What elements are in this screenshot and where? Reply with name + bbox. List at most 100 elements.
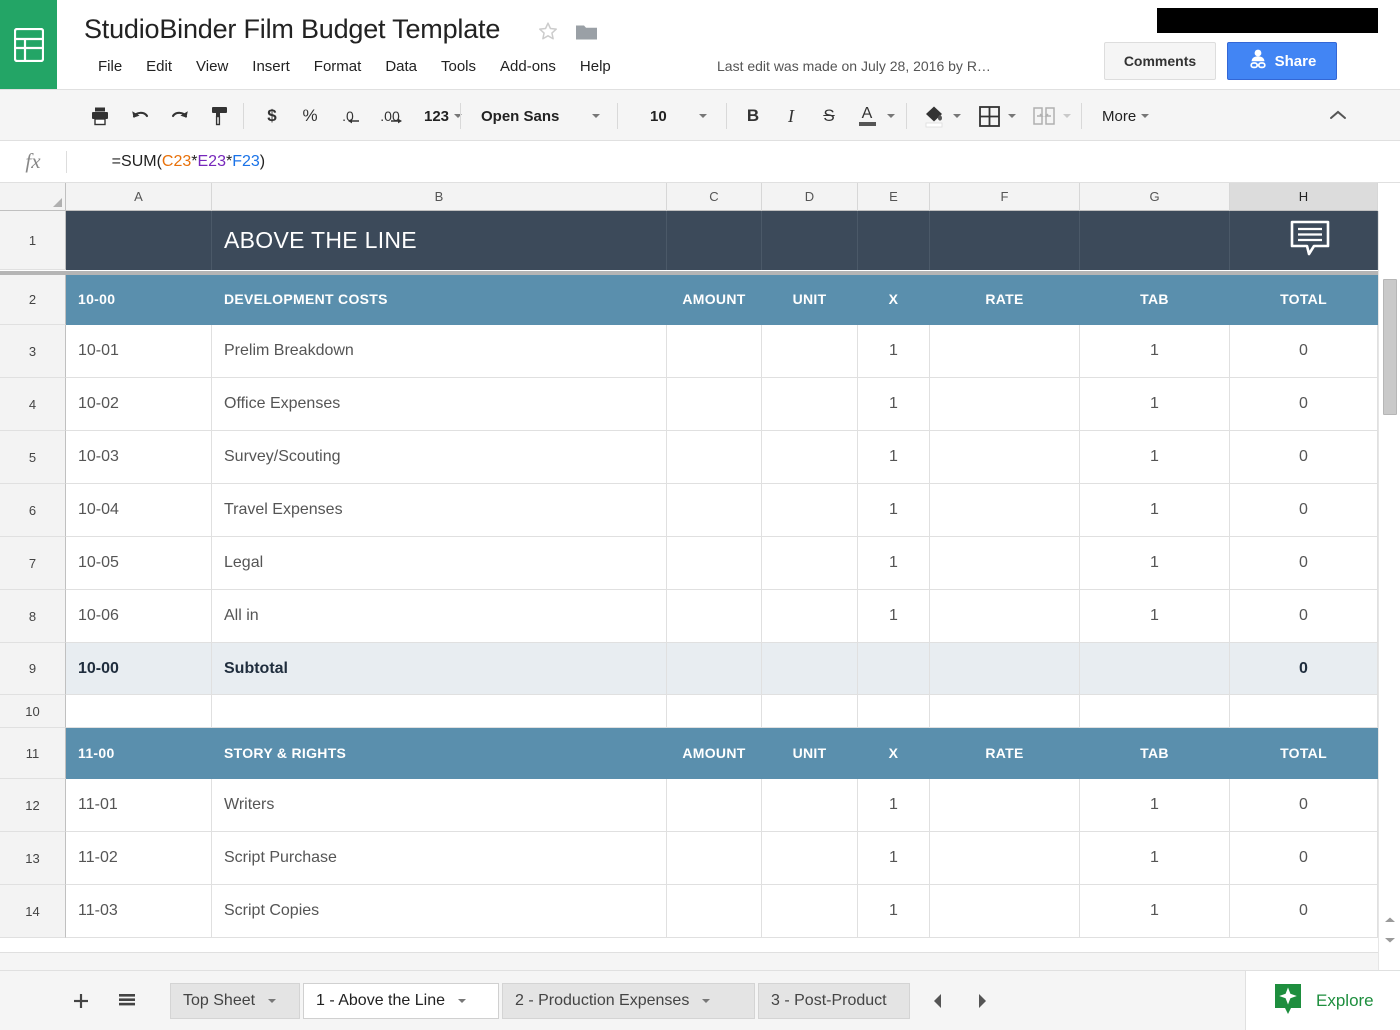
cell-A3[interactable]: 10-01 [66,325,212,378]
cell-H4[interactable]: 0 [1230,378,1378,431]
cell-B7[interactable]: Legal [212,537,667,590]
sheet-tab-1-above-the-line[interactable]: 1 - Above the Line [303,983,499,1019]
menu-item-edit[interactable]: Edit [134,55,184,78]
cell-D7[interactable] [762,537,858,590]
cell-F3[interactable] [930,325,1080,378]
cell-H14[interactable]: 0 [1230,885,1378,938]
cell-H1[interactable] [1230,211,1378,270]
cell-A9[interactable]: 10-00 [66,643,212,695]
cell-F11[interactable]: RATE [930,728,1080,779]
cell-B9[interactable]: Subtotal [212,643,667,695]
cell-H9[interactable]: 0 [1230,643,1378,695]
cell-H13[interactable]: 0 [1230,832,1378,885]
percent-format-button[interactable]: % [294,100,326,132]
cell-C7[interactable] [667,537,762,590]
cell-G9[interactable] [1080,643,1230,695]
row-header-3[interactable]: 3 [0,325,66,378]
sheet-tab-2-production-expenses[interactable]: 2 - Production Expenses [502,983,755,1019]
row-header-9[interactable]: 9 [0,643,66,695]
plus-icon[interactable] [64,985,98,1017]
sheet-tab-top-sheet[interactable]: Top Sheet [170,983,300,1019]
menu-item-addons[interactable]: Add-ons [488,55,568,78]
row-header-5[interactable]: 5 [0,431,66,484]
menu-item-insert[interactable]: Insert [240,55,302,78]
italic-button[interactable]: I [775,100,807,132]
row-header-1[interactable]: 1 [0,211,66,270]
cell-E13[interactable]: 1 [858,832,930,885]
row-header-8[interactable]: 8 [0,590,66,643]
menu-item-file[interactable]: File [86,55,134,78]
font-size-dropdown[interactable]: 10 [630,100,715,132]
cell-G2[interactable]: TAB [1080,274,1230,325]
cell-H3[interactable]: 0 [1230,325,1378,378]
cell-D5[interactable] [762,431,858,484]
cell-F14[interactable] [930,885,1080,938]
cell-G5[interactable]: 1 [1080,431,1230,484]
cell-C10[interactable] [667,695,762,728]
spreadsheet-grid[interactable]: ABCDEFGH 1234567891011121314 ABOVE THE L… [0,183,1400,970]
cell-E10[interactable] [858,695,930,728]
cell-A4[interactable]: 10-02 [66,378,212,431]
star-icon[interactable] [536,20,560,44]
row-header-14[interactable]: 14 [0,885,66,938]
print-icon[interactable] [84,100,116,132]
cell-D11[interactable]: UNIT [762,728,858,779]
cell-C14[interactable] [667,885,762,938]
cell-G7[interactable]: 1 [1080,537,1230,590]
cell-B2[interactable]: DEVELOPMENT COSTS [212,274,667,325]
cell-H7[interactable]: 0 [1230,537,1378,590]
cell-B13[interactable]: Script Purchase [212,832,667,885]
cell-F6[interactable] [930,484,1080,537]
row-header-12[interactable]: 12 [0,779,66,832]
cell-E7[interactable]: 1 [858,537,930,590]
cell-B8[interactable]: All in [212,590,667,643]
cell-F4[interactable] [930,378,1080,431]
cell-E3[interactable]: 1 [858,325,930,378]
horizontal-scrollbar[interactable] [0,952,1378,970]
menu-item-help[interactable]: Help [568,55,623,78]
cell-G14[interactable]: 1 [1080,885,1230,938]
cell-A1[interactable] [66,211,212,270]
cell-B14[interactable]: Script Copies [212,885,667,938]
chevron-down-icon[interactable] [1008,114,1016,118]
left-triangle-icon[interactable] [924,987,952,1015]
cell-C3[interactable] [667,325,762,378]
row-header-7[interactable]: 7 [0,537,66,590]
share-button[interactable]: Share [1227,42,1337,80]
cell-D14[interactable] [762,885,858,938]
cell-F8[interactable] [930,590,1080,643]
cell-E14[interactable]: 1 [858,885,930,938]
font-family-dropdown[interactable]: Open Sans [473,100,608,132]
sheets-logo[interactable] [0,0,57,89]
cell-A11[interactable]: 11-00 [66,728,212,779]
cell-H5[interactable]: 0 [1230,431,1378,484]
row-header-13[interactable]: 13 [0,832,66,885]
cell-D13[interactable] [762,832,858,885]
more-tools-dropdown[interactable]: More [1094,100,1157,132]
cell-C9[interactable] [667,643,762,695]
menu-item-view[interactable]: View [184,55,240,78]
cell-A10[interactable] [66,695,212,728]
row-header-6[interactable]: 6 [0,484,66,537]
chevron-down-icon[interactable] [702,999,710,1003]
cell-B1[interactable]: ABOVE THE LINE [212,211,667,270]
column-header-h[interactable]: H [1230,183,1378,211]
cell-C4[interactable] [667,378,762,431]
cell-D4[interactable] [762,378,858,431]
cell-E4[interactable]: 1 [858,378,930,431]
cell-C5[interactable] [667,431,762,484]
cell-A14[interactable]: 11-03 [66,885,212,938]
explore-button[interactable]: Explore [1245,971,1400,1030]
folder-icon[interactable] [575,22,599,42]
last-edit-status[interactable]: Last edit was made on July 28, 2016 by R… [717,58,991,74]
cell-G8[interactable]: 1 [1080,590,1230,643]
cell-F2[interactable]: RATE [930,274,1080,325]
decrease-decimal-button[interactable]: .0 [332,100,364,132]
formula-bar[interactable]: fx =SUM(C23*E23*F23) [0,141,1400,183]
cell-F13[interactable] [930,832,1080,885]
cell-E9[interactable] [858,643,930,695]
cell-G11[interactable]: TAB [1080,728,1230,779]
cell-D2[interactable]: UNIT [762,274,858,325]
cell-G10[interactable] [1080,695,1230,728]
scroll-up-icon[interactable] [1379,910,1400,930]
